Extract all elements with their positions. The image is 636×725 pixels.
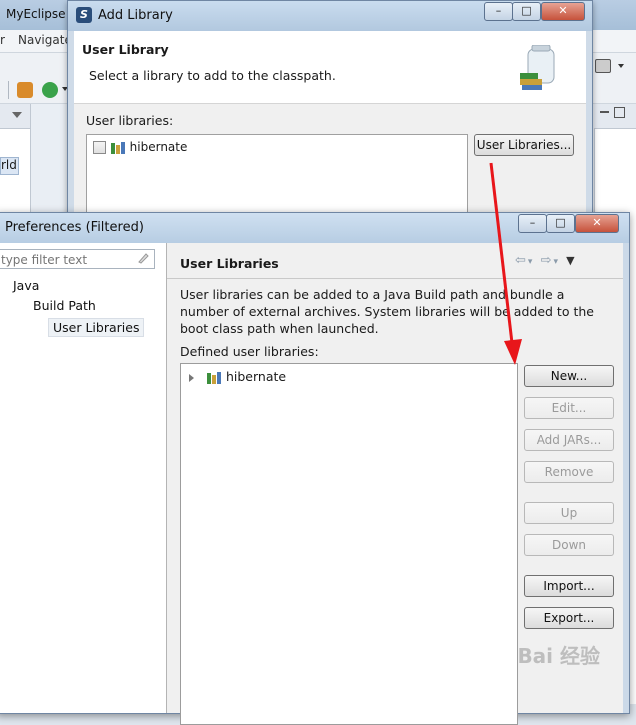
maximize-button[interactable]: □ bbox=[546, 214, 575, 233]
user-libraries-label: User libraries: bbox=[86, 113, 174, 128]
add-jars-button[interactable]: Add JARs... bbox=[524, 429, 614, 451]
defined-libraries-label: Defined user libraries: bbox=[180, 344, 319, 359]
user-libraries-tree[interactable]: hibernate bbox=[180, 363, 518, 725]
chevron-down-icon[interactable] bbox=[618, 64, 624, 68]
page-description: User libraries can be added to a Java Bu… bbox=[180, 287, 594, 336]
preferences-dialog: Preferences (Filtered) – □ ✕ Java Build … bbox=[0, 212, 630, 725]
forward-arrow-icon[interactable]: ⇨ bbox=[541, 253, 554, 268]
toolbar-build-icon[interactable] bbox=[17, 82, 33, 98]
up-button[interactable]: Up bbox=[524, 502, 614, 524]
down-button[interactable]: Down bbox=[524, 534, 614, 556]
edit-button[interactable]: Edit... bbox=[524, 397, 614, 419]
add-library-dialog: S Add Library – □ ✕ User Library Select … bbox=[67, 0, 593, 226]
menu-item-navigate[interactable]: Navigate bbox=[18, 33, 72, 47]
library-icon bbox=[110, 141, 125, 154]
tree-item-build-path[interactable]: Build Path bbox=[33, 298, 96, 313]
chevron-down-icon[interactable]: ▾ bbox=[553, 257, 560, 267]
myeclipse-app-icon: S bbox=[76, 7, 92, 23]
minimize-view-icon[interactable] bbox=[600, 111, 609, 113]
camera-icon[interactable] bbox=[595, 59, 611, 73]
add-library-titlebar: S Add Library – □ ✕ bbox=[68, 1, 592, 31]
user-libraries-button[interactable]: User Libraries... bbox=[474, 134, 574, 156]
right-pane-header bbox=[594, 104, 636, 129]
library-icon bbox=[206, 371, 221, 384]
view-menu-icon[interactable] bbox=[12, 112, 22, 118]
chevron-down-icon[interactable]: ▾ bbox=[528, 257, 535, 267]
list-item[interactable]: hibernate bbox=[93, 140, 187, 155]
add-library-title: Add Library bbox=[98, 8, 173, 23]
add-library-description: Select a library to add to the classpath… bbox=[89, 68, 336, 83]
maximize-button[interactable]: □ bbox=[512, 2, 541, 21]
expand-arrow-icon[interactable] bbox=[189, 373, 194, 382]
left-pane-item[interactable]: rld bbox=[0, 157, 19, 175]
divider bbox=[167, 278, 623, 279]
page-title: User Libraries bbox=[180, 256, 279, 271]
filter-input[interactable] bbox=[0, 249, 155, 269]
clear-filter-icon[interactable] bbox=[137, 252, 149, 264]
preferences-titlebar: Preferences (Filtered) – □ ✕ bbox=[0, 213, 629, 243]
add-library-heading: User Library bbox=[82, 42, 169, 57]
tree-item-java[interactable]: Java bbox=[13, 278, 39, 293]
view-menu-icon[interactable]: ▼ bbox=[566, 254, 576, 267]
back-arrow-icon[interactable]: ⇦ bbox=[515, 253, 528, 268]
preferences-title: Preferences (Filtered) bbox=[5, 220, 144, 235]
add-library-body: User Library Select a library to add to … bbox=[74, 31, 586, 226]
toolbar-refresh-icon[interactable] bbox=[42, 82, 58, 98]
add-library-header: User Library Select a library to add to … bbox=[74, 31, 586, 104]
ide-title: MyEclipse bbox=[6, 7, 66, 21]
close-button[interactable]: ✕ bbox=[541, 2, 585, 21]
toolbar-separator bbox=[8, 81, 9, 99]
library-name: hibernate bbox=[225, 369, 287, 384]
table-row[interactable]: hibernate bbox=[189, 369, 286, 385]
minimize-button[interactable]: – bbox=[518, 214, 547, 233]
preferences-tree-pane: Java Build Path User Libraries bbox=[0, 243, 167, 713]
library-jar-icon bbox=[520, 45, 555, 90]
new-button[interactable]: New... bbox=[524, 365, 614, 387]
list-item-label: hibernate bbox=[129, 140, 188, 154]
remove-button[interactable]: Remove bbox=[524, 461, 614, 483]
export-button[interactable]: Export... bbox=[524, 607, 614, 629]
page-navigation: ⇦▾ ⇨▾ ▼ bbox=[515, 253, 577, 268]
close-button[interactable]: ✕ bbox=[575, 214, 619, 233]
left-pane-header bbox=[0, 104, 30, 129]
import-button[interactable]: Import... bbox=[524, 575, 614, 597]
minimize-button[interactable]: – bbox=[484, 2, 513, 21]
menu-item-window[interactable]: r bbox=[0, 33, 5, 47]
watermark: Bai 经验 bbox=[517, 644, 600, 668]
hibernate-checkbox[interactable] bbox=[93, 141, 106, 154]
maximize-view-icon[interactable] bbox=[614, 107, 625, 118]
tree-item-user-libraries[interactable]: User Libraries bbox=[48, 318, 145, 337]
add-library-content: User libraries: hibernate User Libraries… bbox=[74, 104, 586, 226]
